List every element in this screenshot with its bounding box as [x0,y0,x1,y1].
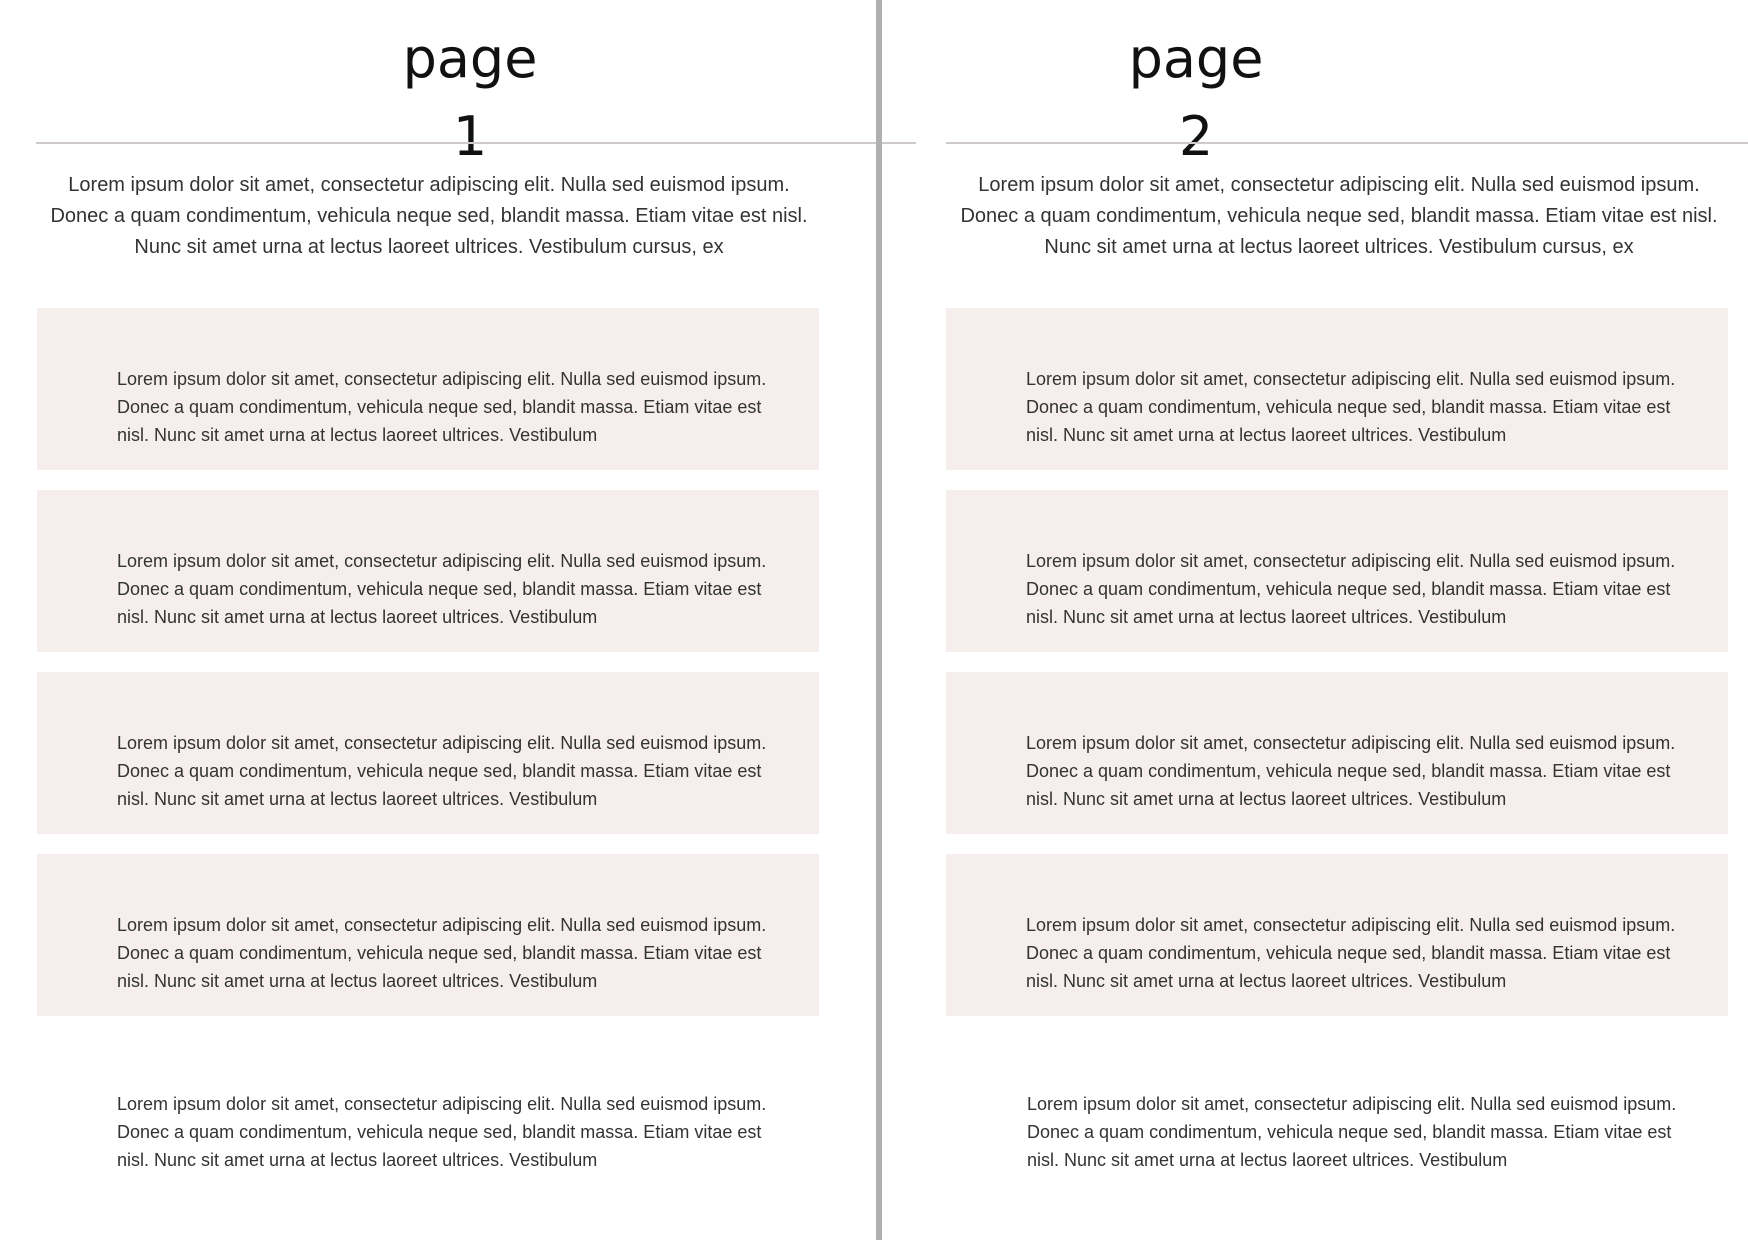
page-title: page 2 [1128,27,1264,168]
text-block-paragraph: Lorem ipsum dolor sit amet, consectetur … [117,369,767,445]
text-block: Lorem ipsum dolor sit amet, consectetur … [946,308,1728,470]
text-block: Lorem ipsum dolor sit amet, consectetur … [37,854,819,1016]
text-block-list: Lorem ipsum dolor sit amet, consectetur … [946,308,1728,1036]
text-block: Lorem ipsum dolor sit amet, consectetur … [37,672,819,834]
text-block-paragraph: Lorem ipsum dolor sit amet, consectetur … [1026,369,1676,445]
page-2: page 2 Lorem ipsum dolor sit amet, conse… [874,0,1748,1240]
intro-paragraph: Lorem ipsum dolor sit amet, consectetur … [960,174,1718,258]
text-block-list: Lorem ipsum dolor sit amet, consectetur … [37,308,819,1036]
text-block: Lorem ipsum dolor sit amet, consectetur … [37,308,819,470]
text-block-paragraph: Lorem ipsum dolor sit amet, consectetur … [1026,915,1676,991]
text-block-paragraph: Lorem ipsum dolor sit amet, consectetur … [1026,551,1676,627]
text-block-paragraph: Lorem ipsum dolor sit amet, consectetur … [117,551,767,627]
closing-paragraph: Lorem ipsum dolor sit amet, consectetur … [1027,1094,1677,1170]
text-block-paragraph: Lorem ipsum dolor sit amet, consectetur … [117,915,767,991]
page-title: page 1 [402,27,538,168]
intro-paragraph: Lorem ipsum dolor sit amet, consectetur … [50,174,808,258]
text-block: Lorem ipsum dolor sit amet, consectetur … [37,490,819,652]
page-1: page 1 Lorem ipsum dolor sit amet, conse… [0,0,916,1240]
header-rule [36,142,916,144]
text-block: Lorem ipsum dolor sit amet, consectetur … [946,672,1728,834]
closing-paragraph: Lorem ipsum dolor sit amet, consectetur … [117,1094,767,1170]
header-rule [946,142,1748,144]
text-block-paragraph: Lorem ipsum dolor sit amet, consectetur … [117,733,767,809]
text-block: Lorem ipsum dolor sit amet, consectetur … [946,490,1728,652]
text-block-paragraph: Lorem ipsum dolor sit amet, consectetur … [1026,733,1676,809]
text-block: Lorem ipsum dolor sit amet, consectetur … [946,854,1728,1016]
